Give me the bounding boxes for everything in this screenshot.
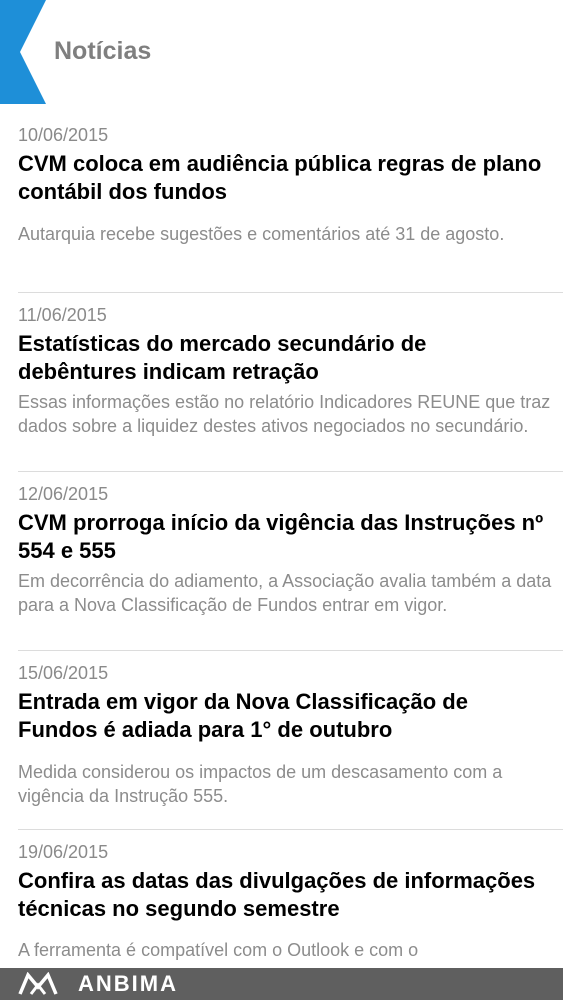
app-header: Notícias [0, 0, 563, 104]
anbima-logo-icon [18, 972, 58, 995]
news-date: 11/06/2015 [18, 305, 107, 325]
news-item[interactable]: 10/06/2015 CVM coloca em audiência públi… [0, 104, 563, 292]
page-title: Notícias [54, 37, 152, 65]
news-item[interactable]: 15/06/2015 Entrada em vigor da Nova Clas… [0, 651, 563, 829]
news-headline: CVM prorroga início da vigência das Inst… [18, 510, 544, 563]
news-item[interactable]: 12/06/2015 CVM prorroga início da vigênc… [0, 472, 563, 650]
back-arrow-icon [0, 0, 46, 104]
news-date: 12/06/2015 [18, 484, 109, 504]
news-item[interactable]: 11/06/2015 Estatísticas do mercado secun… [0, 293, 563, 471]
news-item[interactable]: 19/06/2015 Confira as datas das divulgaç… [0, 830, 563, 968]
footer-bar: ANBIMA [0, 968, 563, 1000]
back-button[interactable] [0, 0, 46, 104]
news-summary: Essas informações estão no relatório Ind… [18, 392, 551, 436]
news-headline: CVM coloca em audiência pública regras d… [18, 151, 542, 204]
news-headline: Confira as datas das divulgações de info… [18, 868, 536, 921]
news-headline: Estatísticas do mercado secundário de de… [18, 331, 427, 384]
news-list: 10/06/2015 CVM coloca em audiência públi… [0, 104, 563, 968]
news-date: 10/06/2015 [18, 125, 109, 145]
news-summary: Autarquia recebe sugestões e comentários… [18, 224, 505, 244]
news-summary: Medida considerou os impactos de um desc… [18, 762, 503, 806]
news-date: 19/06/2015 [18, 842, 109, 862]
news-summary: Em decorrência do adiamento, a Associaçã… [18, 571, 552, 615]
news-headline: Entrada em vigor da Nova Classificação d… [18, 689, 468, 742]
news-summary: A ferramenta é compatível com o Outlook … [18, 940, 419, 960]
footer-brand: ANBIMA [78, 971, 178, 996]
news-date: 15/06/2015 [18, 663, 109, 683]
